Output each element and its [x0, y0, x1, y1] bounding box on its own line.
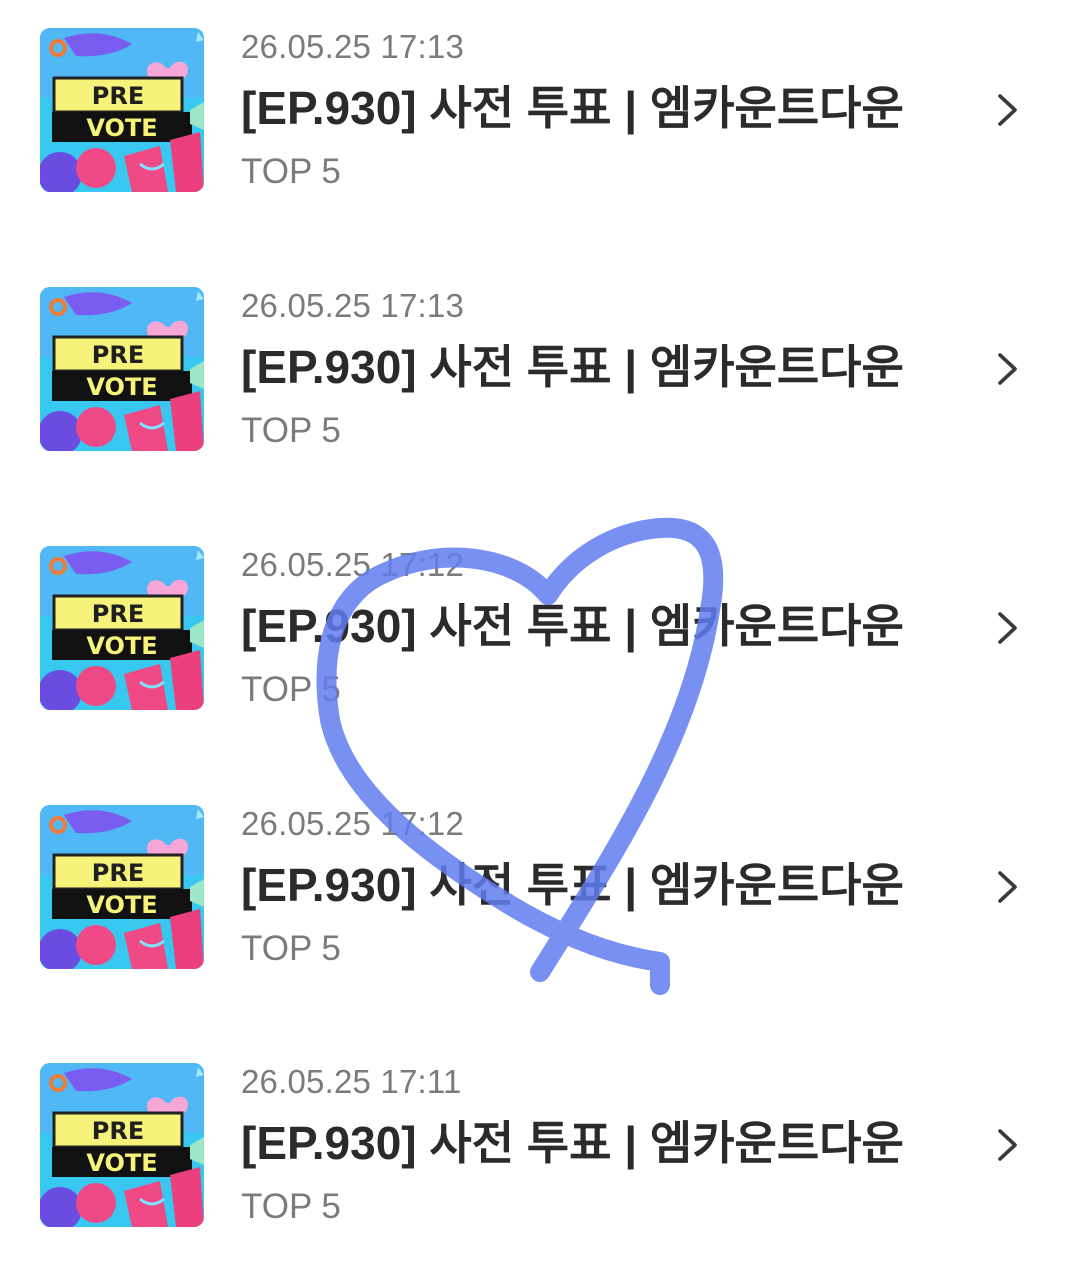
svg-text:VOTE: VOTE: [86, 1149, 157, 1177]
item-date: 26.05.25 17:12: [241, 805, 465, 842]
item-title: [EP.930] 사전 투표 | 엠카운트다운: [241, 600, 904, 652]
list-item[interactable]: PRE VOTE 26.05.25 17:13 [EP.930] 사전 투표 |…: [0, 0, 1085, 200]
chevron-right-icon[interactable]: [990, 606, 1024, 650]
item-date: 26.05.25 17:12: [241, 546, 465, 583]
prevote-thumbnail: PRE VOTE: [40, 1063, 204, 1227]
vote-history-list: PRE VOTE 26.05.25 17:13 [EP.930] 사전 투표 |…: [0, 0, 1085, 1277]
item-title: [EP.930] 사전 투표 | 엠카운트다운: [241, 1117, 904, 1169]
svg-text:VOTE: VOTE: [86, 632, 157, 660]
prevote-thumbnail: PRE VOTE: [40, 28, 204, 192]
chevron-right-icon[interactable]: [990, 347, 1024, 391]
item-subtitle: TOP 5: [241, 411, 341, 450]
svg-text:VOTE: VOTE: [86, 891, 157, 919]
chevron-right-icon[interactable]: [990, 88, 1024, 132]
list-item[interactable]: PRE VOTE 26.05.25 17:13 [EP.930] 사전 투표 |…: [0, 259, 1085, 459]
item-title: [EP.930] 사전 투표 | 엠카운트다운: [241, 859, 904, 911]
list-item[interactable]: PRE VOTE 26.05.25 17:12 [EP.930] 사전 투표 |…: [0, 518, 1085, 718]
prevote-thumbnail: PRE VOTE: [40, 805, 204, 969]
item-date: 26.05.25 17:13: [241, 287, 465, 324]
svg-text:PRE: PRE: [92, 600, 144, 628]
svg-text:VOTE: VOTE: [86, 373, 157, 401]
svg-text:PRE: PRE: [92, 859, 144, 887]
chevron-right-icon[interactable]: [990, 865, 1024, 909]
svg-text:VOTE: VOTE: [86, 114, 157, 142]
item-subtitle: TOP 5: [241, 152, 341, 191]
item-subtitle: TOP 5: [241, 1187, 341, 1226]
svg-text:PRE: PRE: [92, 341, 144, 369]
list-item[interactable]: PRE VOTE 26.05.25 17:12 [EP.930] 사전 투표 |…: [0, 777, 1085, 977]
item-title: [EP.930] 사전 투표 | 엠카운트다운: [241, 82, 904, 134]
svg-text:PRE: PRE: [92, 1117, 144, 1145]
prevote-thumbnail: PRE VOTE: [40, 546, 204, 710]
item-date: 26.05.25 17:13: [241, 28, 465, 65]
list-item[interactable]: PRE VOTE 26.05.25 17:11 [EP.930] 사전 투표 |…: [0, 1035, 1085, 1235]
prevote-thumbnail: PRE VOTE: [40, 287, 204, 451]
svg-text:PRE: PRE: [92, 82, 144, 110]
item-subtitle: TOP 5: [241, 670, 341, 709]
item-subtitle: TOP 5: [241, 929, 341, 968]
chevron-right-icon[interactable]: [990, 1123, 1024, 1167]
item-date: 26.05.25 17:11: [241, 1063, 462, 1100]
item-title: [EP.930] 사전 투표 | 엠카운트다운: [241, 341, 904, 393]
